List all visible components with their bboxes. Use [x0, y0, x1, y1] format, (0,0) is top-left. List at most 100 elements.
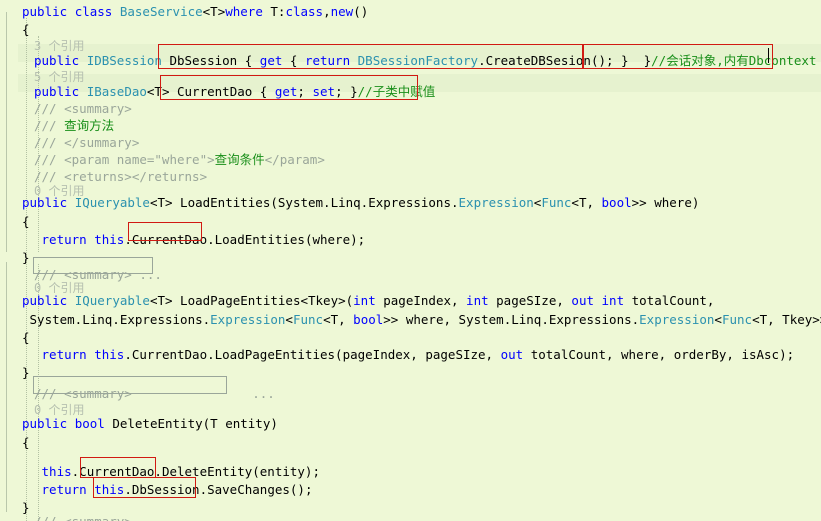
code-token: public: [22, 293, 68, 308]
code-token: Func: [292, 312, 324, 327]
code-token: //子类中赋值: [357, 84, 436, 99]
code-token: this: [94, 232, 125, 247]
code-token: public: [22, 195, 68, 210]
collapse-box-summary-1[interactable]: [33, 257, 153, 274]
code-token: /// <param name="where">: [34, 152, 215, 167]
code-token: /// <summary>: [34, 101, 132, 116]
code-token: Expression: [458, 195, 534, 210]
text-caret: [768, 48, 769, 63]
code-token: Expression: [639, 312, 715, 327]
line-dbsession-prop[interactable]: public IDBSession DbSession { get { retu…: [34, 51, 816, 71]
line-loadpage-close[interactable]: }: [22, 363, 30, 383]
fold-margin[interactable]: [0, 0, 14, 521]
code-token: int: [353, 293, 376, 308]
line-deleteentity-call[interactable]: this.CurrentDao.DeleteEntity(entity);: [34, 462, 320, 482]
line-deleteentity-open[interactable]: {: [22, 433, 30, 453]
code-token: this: [94, 482, 125, 497]
code-token: where: [225, 4, 263, 19]
code-token: totalCount, where, orderBy, isAsc);: [523, 347, 795, 362]
code-token: public: [34, 53, 80, 68]
line-loadentities-return[interactable]: return this.CurrentDao.LoadEntities(wher…: [34, 230, 366, 250]
line-loadpage-return[interactable]: return this.CurrentDao.LoadPageEntities(…: [34, 345, 795, 365]
code-token: out: [571, 293, 594, 308]
code-token: ,: [323, 4, 331, 19]
line-deleteentity-sig[interactable]: public bool DeleteEntity(T entity): [22, 414, 278, 434]
line-class-open-brace[interactable]: {: [22, 20, 30, 40]
code-token: .CurrentDao.LoadPageEntities(pageIndex, …: [124, 347, 501, 362]
collapse-box-summary-2[interactable]: [33, 376, 227, 394]
code-token: bool: [601, 195, 632, 210]
code-token: >> where, System.Linq.Expressions.: [383, 312, 640, 327]
line-savechanges[interactable]: return this.DbSession.SaveChanges();: [34, 480, 313, 500]
code-token: class: [74, 4, 113, 19]
code-token: 查询方法: [64, 118, 115, 133]
line-loadpage-sig-2[interactable]: System.Linq.Expressions.Expression<Func<…: [22, 310, 821, 330]
line-class-decl[interactable]: public class BaseService<T>where T:class…: [22, 2, 368, 22]
line-loadentities-close[interactable]: }: [22, 248, 30, 268]
code-token: IDBSession: [86, 53, 162, 68]
code-token: (): [353, 4, 369, 19]
code-token: {: [282, 53, 305, 68]
line-xml-summary-tail[interactable]: /// <summary>: [34, 512, 132, 521]
code-token: //会话对象,内有Dbcontext: [651, 53, 817, 68]
code-token: 查询条件: [214, 152, 265, 167]
code-token: <T>: [202, 4, 226, 19]
code-token: <T> CurrentDao {: [146, 84, 275, 99]
line-loadpage-open[interactable]: {: [22, 328, 30, 348]
code-token: <: [285, 312, 293, 327]
code-token: System.Linq.Expressions.: [22, 312, 211, 327]
code-token: get: [259, 53, 283, 68]
code-token: }: [22, 500, 30, 515]
code-token: <T> LoadEntities(System.Linq.Expressions…: [149, 195, 459, 210]
code-token: return: [41, 482, 87, 497]
code-token: this: [41, 464, 72, 479]
code-token: >> where): [631, 195, 700, 210]
code-token: .CurrentDao.DeleteEntity(entity);: [71, 464, 320, 479]
code-token: .CurrentDao.LoadEntities(where);: [124, 232, 366, 247]
code-editor-surface[interactable]: public class BaseService<T>where T:class…: [0, 0, 821, 521]
code-token: }: [22, 250, 30, 265]
code-token: out: [500, 347, 524, 362]
code-token: <: [714, 312, 722, 327]
code-token: BaseService: [119, 4, 203, 19]
code-token: pageSIze,: [488, 293, 572, 308]
code-token: public: [22, 416, 68, 431]
code-token: IQueryable: [74, 195, 150, 210]
code-token: public: [22, 4, 68, 19]
code-token: ///: [34, 118, 65, 133]
code-token: this: [94, 347, 125, 362]
code-token: return: [41, 347, 87, 362]
code-token: IBaseDao: [86, 84, 147, 99]
line-deleteentity-close[interactable]: }: [22, 498, 30, 518]
code-token: Func: [721, 312, 753, 327]
code-token: DeleteEntity(T entity): [104, 416, 278, 431]
code-token: {: [22, 22, 30, 37]
fold-bar-members: [6, 262, 7, 512]
code-token: <T, Tkey>> order: [752, 312, 821, 327]
code-token: public: [34, 84, 80, 99]
line-loadpage-sig-1[interactable]: public IQueryable<T> LoadPageEntities<Tk…: [22, 291, 714, 311]
code-token: totalCount,: [624, 293, 715, 308]
code-token: class: [285, 4, 324, 19]
change-indicator-strip: [14, 0, 18, 521]
line-loadentities-open[interactable]: {: [22, 212, 30, 232]
line-loadentities-sig[interactable]: public IQueryable<T> LoadEntities(System…: [22, 193, 699, 213]
code-token: <T,: [323, 312, 354, 327]
code-token: </param>: [264, 152, 325, 167]
code-token: T:: [262, 4, 286, 19]
code-token: .CreateDBSesion(); } }: [478, 53, 652, 68]
fold-bar-class: [6, 12, 7, 252]
code-token: int: [466, 293, 489, 308]
code-token: {: [22, 330, 30, 345]
